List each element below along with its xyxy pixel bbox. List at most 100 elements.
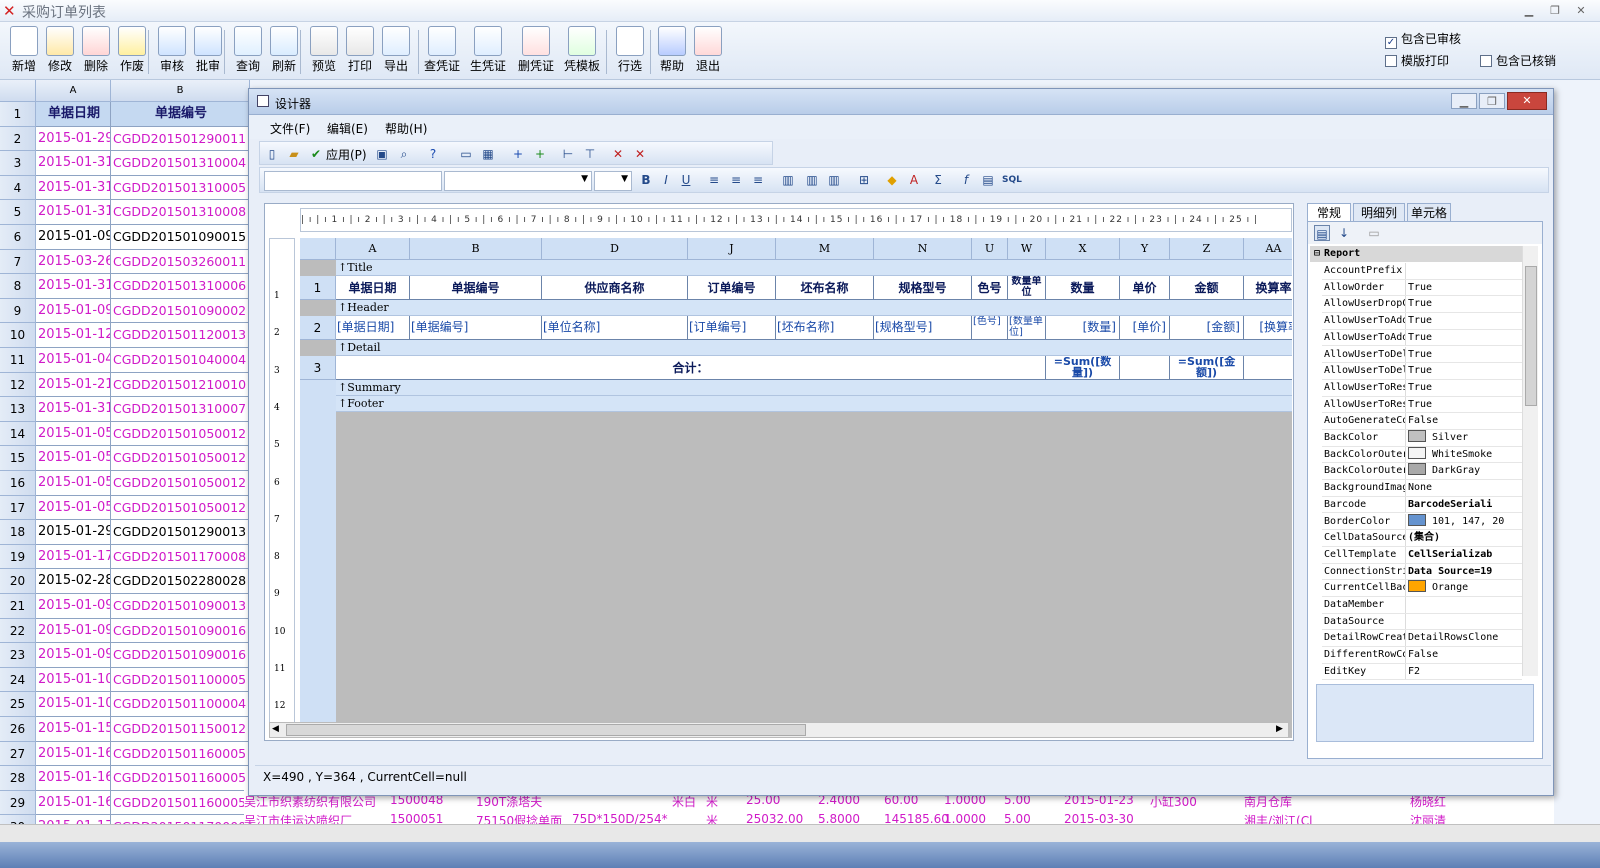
cell-code[interactable]: CGDD201501310006 (111, 274, 250, 299)
toolbar-button-7[interactable]: 查询 (230, 26, 266, 78)
property-row[interactable]: CellTemplate CellSerializab (1322, 546, 1522, 564)
property-value[interactable]: Silver (1408, 430, 1522, 446)
summary-rate-cell[interactable] (1244, 356, 1292, 380)
property-value[interactable]: False (1408, 413, 1522, 429)
row-header[interactable]: 8 (0, 274, 36, 299)
add-column-icon[interactable]: + (510, 146, 526, 162)
categorized-icon[interactable]: ▤ (1314, 225, 1330, 241)
property-row[interactable]: BarcodeBarcodeSeriali⊞ (1322, 496, 1522, 514)
property-value[interactable]: True (1408, 296, 1522, 312)
toolbar-button-10[interactable]: 打印 (342, 26, 378, 78)
row-header[interactable]: 22 (0, 618, 36, 644)
cell-date[interactable]: 2015-01-10 (36, 667, 111, 693)
design-col-a[interactable]: A (336, 238, 410, 260)
row30-cell[interactable]: 75D*150D/254* (572, 812, 668, 824)
detail-cell[interactable]: [金额] (1170, 316, 1244, 340)
cell-code[interactable]: CGDD201501160005 (111, 741, 250, 767)
cell-code[interactable]: CGDD201502280028 (111, 569, 250, 594)
cell-code[interactable]: CGDD201501170008 (111, 544, 250, 570)
cell-date[interactable]: 2015-03-26 (36, 249, 111, 275)
summary-label-cell[interactable]: 合计： (336, 356, 1046, 380)
property-value[interactable]: DetailRowsClone (1408, 630, 1522, 646)
align-left-icon[interactable]: ≡ (706, 172, 722, 188)
toolbar-button-13[interactable]: 生凭证 (470, 26, 506, 78)
cell-code[interactable]: CGDD201501310005 (111, 175, 250, 201)
row-header[interactable]: 14 (0, 421, 36, 447)
cell-date[interactable]: 2015-01-31 (36, 151, 111, 176)
row-header[interactable]: 7 (0, 249, 36, 275)
include-approved-checkbox[interactable]: ✓ 包含已审核 (1385, 32, 1461, 49)
row-header[interactable]: 27 (0, 741, 36, 767)
add-row-icon[interactable]: + (532, 146, 548, 162)
property-value[interactable]: DarkGray (1408, 463, 1522, 479)
cell-date[interactable]: 2015-01-04 (36, 348, 111, 373)
design-col-w[interactable]: W (1008, 238, 1046, 260)
row30-cell[interactable]: 25032.00 (746, 812, 803, 824)
row-header[interactable]: 3 (0, 151, 36, 176)
toolbar-button-11[interactable]: 导出 (378, 26, 414, 78)
property-value[interactable]: (集合) (1408, 530, 1522, 546)
cell-date[interactable]: 2015-01-05 (36, 495, 111, 521)
property-row[interactable]: BackColorOuter DarkGray (1322, 463, 1522, 481)
cell-code[interactable]: CGDD201501090015 (111, 225, 250, 250)
row30-cell[interactable]: 米 (706, 812, 718, 824)
designer-close-icon[interactable]: ✕ (1507, 92, 1547, 110)
designer-maximize-icon[interactable]: ❐ (1479, 93, 1505, 109)
row-number-1[interactable]: 1 (300, 276, 336, 300)
row-number-2[interactable]: 2 (300, 316, 336, 340)
cell-date[interactable]: 2015-01-16 (36, 790, 111, 816)
row-header[interactable]: 4 (0, 175, 36, 201)
cell-date[interactable]: 2015-01-12 (36, 323, 111, 348)
menu-edit[interactable]: 编辑(E) (327, 120, 368, 137)
detail-cell[interactable]: [单据日期] (336, 316, 410, 340)
sort-alpha-icon[interactable]: ↓ (1336, 225, 1352, 241)
minimize-icon[interactable]: ▁ (1516, 3, 1542, 19)
property-value[interactable]: Data Source=19 (1408, 564, 1522, 580)
design-col-m[interactable]: M (776, 238, 874, 260)
row-header[interactable]: 1 (0, 102, 36, 127)
row-header[interactable]: 24 (0, 667, 36, 693)
property-value[interactable]: 101, 147, 20 (1408, 513, 1522, 530)
cell-code[interactable]: CGDD201501050012 (111, 446, 250, 471)
summary-amt-cell[interactable]: =Sum([金额]) (1170, 356, 1244, 380)
preview-icon[interactable]: ⌕ (396, 146, 412, 162)
barcode-icon[interactable]: ▥ (780, 172, 796, 188)
cell-date[interactable]: 2015-01-29 (36, 520, 111, 545)
open-folder-icon[interactable]: ▰ (286, 146, 302, 162)
property-row[interactable]: DataMember (1322, 597, 1522, 614)
header-cell[interactable]: 数量 (1046, 276, 1120, 300)
row-header[interactable]: 21 (0, 594, 36, 619)
design-col-b[interactable]: B (410, 238, 542, 260)
property-value[interactable]: CellSerializab (1408, 547, 1522, 563)
scroll-thumb[interactable] (286, 724, 806, 736)
cell-code[interactable]: CGDD201501150012 (111, 717, 250, 742)
text-box-icon[interactable]: ▤ (980, 172, 996, 188)
cell-code[interactable]: CGDD201501050012 (111, 471, 250, 496)
row30-cell[interactable]: 1.0000 (944, 812, 986, 824)
property-row[interactable]: DataSource (1322, 613, 1522, 631)
design-col-d[interactable]: D (542, 238, 688, 260)
header-cell[interactable]: 规格型号 (874, 276, 972, 300)
toolbar-button-1[interactable]: 新增 (6, 26, 42, 78)
row30-cell[interactable]: 1500051 (390, 812, 443, 824)
detail-cell[interactable]: [单据编号] (410, 316, 542, 340)
cell-date[interactable]: 2015-01-21 (36, 372, 111, 398)
property-value[interactable]: True (1408, 380, 1522, 396)
property-category[interactable]: ⊟ Report (1310, 246, 1522, 262)
borders-icon[interactable]: ⊞ (856, 172, 872, 188)
row-header[interactable]: 9 (0, 298, 36, 324)
row-header[interactable]: 25 (0, 692, 36, 717)
property-row[interactable]: DifferentRowCo False (1322, 647, 1522, 664)
detail-cell[interactable]: [坯布名称] (776, 316, 874, 340)
cell-date[interactable]: 2015-01-09 (36, 594, 111, 619)
align-right-icon[interactable]: ≡ (750, 172, 766, 188)
save-icon[interactable]: ▣ (374, 146, 390, 162)
row-header[interactable]: 2 (0, 126, 36, 152)
main-hscrollbar[interactable] (0, 824, 1600, 842)
help-circle-icon[interactable]: ? (425, 146, 441, 162)
col-letter-b[interactable]: B (111, 80, 250, 102)
detail-cell[interactable]: [单位名称] (542, 316, 688, 340)
cell-date[interactable]: 2015-01-05 (36, 421, 111, 447)
toolbar-button-16[interactable]: 行选 (612, 26, 648, 78)
cell-date[interactable]: 2015-01-31 (36, 397, 111, 422)
